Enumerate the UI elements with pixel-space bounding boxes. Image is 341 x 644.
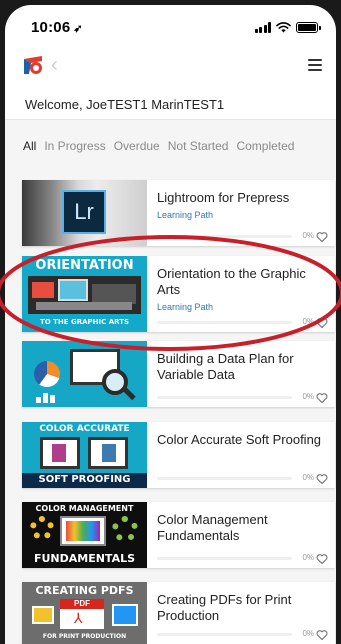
progress-bar bbox=[157, 321, 292, 324]
progress-percent: 0% bbox=[302, 392, 314, 401]
course-title: Building a Data Plan for Variable Data bbox=[157, 351, 294, 382]
course-type-label: Learning Path bbox=[157, 302, 214, 312]
welcome-message: Welcome, JoeTEST1 MarinTEST1 bbox=[25, 97, 225, 112]
wifi-icon bbox=[276, 21, 291, 32]
battery-icon bbox=[296, 21, 321, 33]
lightroom-logo-icon: Lr bbox=[62, 190, 106, 234]
pdf-document-icon: PDF ⅄ bbox=[60, 599, 104, 629]
course-card-creating-pdfs[interactable]: CREATING PDFS PDF ⅄ FOR PRINT PRODUCTION… bbox=[22, 582, 335, 644]
course-list: Lr Lightroom for Prepress Learning Path … bbox=[5, 171, 336, 644]
course-thumbnail-creating-pdfs: CREATING PDFS PDF ⅄ FOR PRINT PRODUCTION bbox=[22, 582, 147, 644]
tab-overdue[interactable]: Overdue bbox=[114, 139, 160, 153]
progress-percent: 0% bbox=[302, 629, 314, 638]
favorite-heart-icon[interactable] bbox=[316, 553, 328, 565]
tab-completed[interactable]: Completed bbox=[236, 139, 294, 153]
course-title: Creating PDFs for Print Production bbox=[157, 592, 292, 623]
thumb-title-text: ORIENTATION bbox=[35, 258, 134, 273]
thumb-subtitle-text: TO THE GRAPHIC ARTS bbox=[39, 318, 130, 326]
thumb-subtitle-text: FOR PRINT PRODUCTION bbox=[42, 633, 127, 640]
progress-percent: 0% bbox=[302, 231, 314, 240]
cellular-signal-icon bbox=[254, 21, 271, 33]
course-card-data-plan[interactable]: Building a Data Plan for Variable Data 0… bbox=[22, 341, 335, 407]
nav-bar: ‹ bbox=[5, 45, 336, 85]
course-card-orientation[interactable]: ORIENTATION TO THE GRAPHIC ARTS Orientat… bbox=[22, 256, 335, 332]
thumb-illustration bbox=[28, 276, 141, 314]
course-thumbnail-data-plan bbox=[22, 341, 147, 407]
gear-icon bbox=[30, 516, 54, 540]
progress-percent: 0% bbox=[302, 317, 314, 326]
tab-all[interactable]: All bbox=[23, 139, 36, 153]
progress-percent: 0% bbox=[302, 473, 314, 482]
status-icons bbox=[254, 21, 321, 33]
course-card-color-management[interactable]: COLOR MANAGEMENT FUNDAMENTALS Color Mana… bbox=[22, 502, 335, 568]
back-chevron-icon[interactable]: ‹ bbox=[51, 55, 58, 75]
course-title: Color Management Fundamentals bbox=[157, 512, 268, 543]
progress-bar bbox=[157, 557, 292, 560]
favorite-heart-icon[interactable] bbox=[316, 629, 328, 641]
course-title: Orientation to the Graphic Arts bbox=[157, 266, 306, 297]
course-card-lightroom[interactable]: Lr Lightroom for Prepress Learning Path … bbox=[22, 180, 335, 246]
course-type-label: Learning Path bbox=[157, 210, 214, 220]
thumb-title-text: COLOR ACCURATE bbox=[39, 424, 130, 434]
progress-bar bbox=[157, 633, 292, 636]
tab-not-started[interactable]: Not Started bbox=[168, 139, 229, 153]
thumb-title-text: COLOR MANAGEMENT bbox=[35, 504, 134, 513]
favorite-heart-icon[interactable] bbox=[316, 231, 328, 243]
status-time-text: 10:06 bbox=[31, 19, 71, 36]
hamburger-menu-icon[interactable] bbox=[308, 59, 322, 71]
favorite-heart-icon[interactable] bbox=[316, 317, 328, 329]
filter-tabs: All In Progress Overdue Not Started Comp… bbox=[23, 139, 294, 153]
course-card-soft-proofing[interactable]: COLOR ACCURATE SOFT PROOFING Color Accur… bbox=[22, 422, 335, 488]
course-title: Lightroom for Prepress bbox=[157, 190, 290, 205]
acrobat-icon: ⅄ bbox=[74, 610, 83, 626]
thumb-subtitle-text: SOFT PROOFING bbox=[38, 474, 131, 485]
favorite-heart-icon[interactable] bbox=[316, 392, 328, 404]
favorite-heart-icon[interactable] bbox=[316, 473, 328, 485]
thumb-title-text: CREATING PDFS bbox=[35, 584, 134, 597]
phone-screen: 10:06 ➶ ‹ Welcome, JoeTEST1 MarinTEST1 Al… bbox=[5, 5, 336, 644]
filter-tabs-bar: All In Progress Overdue Not Started Comp… bbox=[5, 119, 336, 171]
tab-in-progress[interactable]: In Progress bbox=[44, 139, 105, 153]
course-thumbnail-lightroom: Lr bbox=[22, 180, 147, 246]
progress-bar bbox=[157, 396, 292, 399]
pie-chart-icon bbox=[34, 361, 60, 387]
course-thumbnail-orientation: ORIENTATION TO THE GRAPHIC ARTS bbox=[22, 256, 147, 332]
course-thumbnail-color-management: COLOR MANAGEMENT FUNDAMENTALS bbox=[22, 502, 147, 568]
status-bar: 10:06 ➶ bbox=[5, 5, 336, 45]
pdf-label-text: PDF bbox=[60, 599, 104, 609]
course-thumbnail-soft-proofing: COLOR ACCURATE SOFT PROOFING bbox=[22, 422, 147, 488]
thumb-subtitle-text: FUNDAMENTALS bbox=[33, 552, 136, 565]
gear-icon bbox=[112, 516, 138, 542]
status-time: 10:06 ➶ bbox=[31, 19, 83, 36]
lightroom-logo-text: Lr bbox=[74, 199, 94, 224]
progress-bar bbox=[157, 235, 292, 238]
app-logo-icon[interactable] bbox=[21, 53, 45, 77]
course-title: Color Accurate Soft Proofing bbox=[157, 432, 322, 447]
bar-chart-icon bbox=[36, 391, 62, 403]
location-arrow-icon: ➶ bbox=[73, 23, 83, 35]
progress-percent: 0% bbox=[302, 553, 314, 562]
progress-bar bbox=[157, 477, 292, 480]
